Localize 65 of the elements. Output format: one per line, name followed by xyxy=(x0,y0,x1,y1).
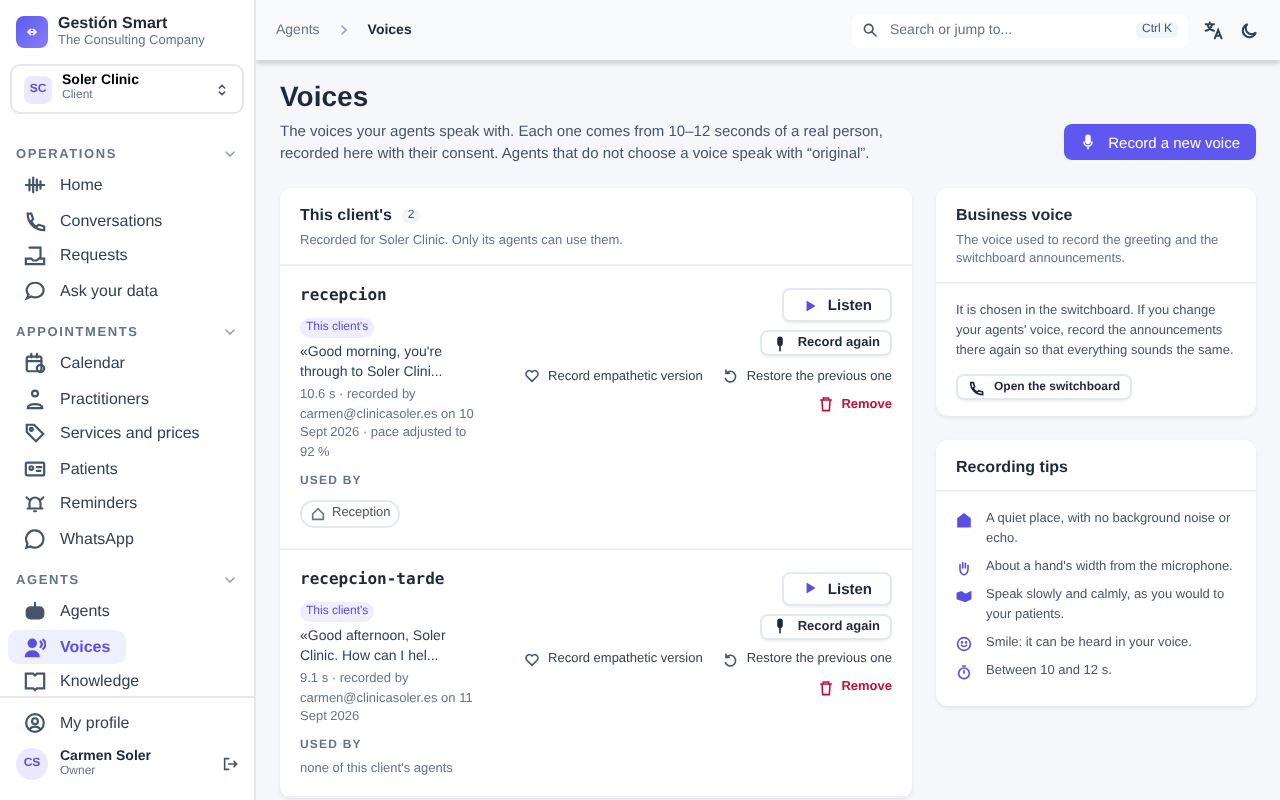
chevron-down-icon[interactable] xyxy=(222,572,238,588)
undo-icon xyxy=(722,368,739,384)
page-title: Voices xyxy=(280,80,371,114)
calendar-icon xyxy=(24,352,46,375)
microphone-icon xyxy=(771,618,788,635)
house-icon xyxy=(956,512,972,528)
trash-icon xyxy=(817,396,834,412)
logout-button[interactable] xyxy=(222,756,238,772)
sidebar-item[interactable]: WhatsApp xyxy=(8,521,150,556)
sidebar-item[interactable]: Conversations xyxy=(8,203,179,238)
book-icon xyxy=(24,670,46,693)
user-circle-icon xyxy=(24,711,46,734)
phone-icon xyxy=(24,209,46,232)
chevron-up-down-icon xyxy=(214,81,230,97)
play-icon xyxy=(801,580,818,597)
profile-link[interactable]: My profile xyxy=(8,705,146,740)
translate-button[interactable] xyxy=(1204,20,1224,40)
phone-icon xyxy=(968,379,984,395)
sidebar-item[interactable]: Voices xyxy=(8,629,127,664)
microphone-icon xyxy=(771,335,788,351)
translate-icon xyxy=(1204,20,1224,40)
sidebar-item[interactable]: Ask your data xyxy=(8,273,174,308)
theme-toggle-button[interactable] xyxy=(1240,20,1260,40)
whatsapp-icon xyxy=(24,527,46,550)
robot-icon xyxy=(24,600,46,623)
sidebar-item[interactable]: Practitioners xyxy=(8,381,165,416)
app-name: Gestión Smart xyxy=(58,14,170,34)
chevron-right-icon xyxy=(335,22,352,38)
sidebar-item[interactable]: Calendar xyxy=(8,346,141,381)
inbox-icon xyxy=(24,244,46,267)
trash-icon xyxy=(817,679,834,696)
hand-icon xyxy=(956,560,972,576)
bell-icon xyxy=(24,492,46,515)
sidebar-item[interactable]: Agents xyxy=(8,594,126,629)
house-icon xyxy=(310,505,326,522)
logout-icon xyxy=(222,756,238,772)
app-logo xyxy=(16,16,48,48)
sidebar-item[interactable]: Knowledge xyxy=(8,664,156,695)
moon-icon xyxy=(1240,20,1260,40)
sidebar-item[interactable]: Reminders xyxy=(8,486,154,521)
chat-bubble-icon xyxy=(24,279,46,302)
card-title: Recording tips xyxy=(956,458,1071,476)
tag-icon xyxy=(24,422,46,445)
stopwatch-icon xyxy=(956,664,972,680)
voice-name: recepcion-tarde xyxy=(300,569,447,588)
people-icon xyxy=(24,387,46,410)
chevron-down-icon[interactable] xyxy=(222,324,238,340)
play-icon xyxy=(801,297,818,313)
sidebar-item[interactable]: Services and prices xyxy=(8,416,216,451)
heart-icon xyxy=(524,368,541,384)
sidebar-item[interactable]: Home xyxy=(8,168,119,203)
chevron-down-icon[interactable] xyxy=(222,146,238,162)
microphone-icon xyxy=(1080,134,1097,150)
voice-person-icon xyxy=(24,635,46,658)
heart-icon xyxy=(524,651,541,668)
search-icon xyxy=(862,22,878,38)
id-card-icon xyxy=(24,457,46,480)
sidebar-item[interactable]: Patients xyxy=(8,451,134,486)
undo-icon xyxy=(722,651,739,668)
sidebar-item[interactable]: Requests xyxy=(8,238,144,273)
smile-icon xyxy=(956,636,972,652)
card-title: Business voice xyxy=(956,206,1075,224)
voice-name: recepcion xyxy=(300,286,389,304)
wave-icon xyxy=(24,174,46,197)
card-title: This client's xyxy=(300,206,392,224)
